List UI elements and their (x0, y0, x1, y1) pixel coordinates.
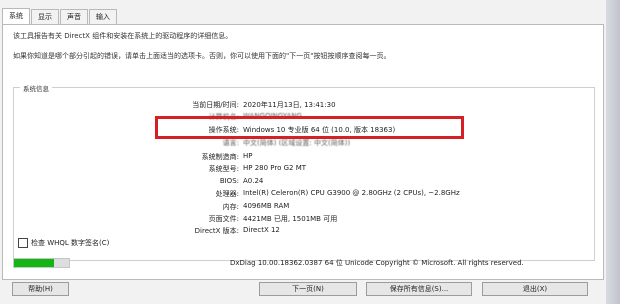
next-page-button[interactable]: 下一页(N) (259, 282, 357, 296)
info-row-datetime: 当前日期/时间: 2020年11月13日, 13:41:30 (14, 100, 574, 110)
intro-text-line1: 该工具报告有关 DirectX 组件和安装在系统上的驱动程序的详细信息。 (13, 32, 233, 40)
info-row-bios: BIOS: A0.24 (14, 177, 574, 187)
exit-button[interactable]: 退出(X) (482, 282, 588, 296)
info-key: 系统型号: (208, 165, 239, 173)
tab-sound[interactable]: 声音 (60, 9, 88, 24)
info-value: 中文(简体) (区域设置: 中文(简体)) (243, 139, 351, 147)
info-value: 4096MB RAM (243, 202, 290, 210)
info-value: 4421MB 已用, 1501MB 可用 (243, 215, 338, 223)
tab-display[interactable]: 显示 (31, 9, 59, 24)
whql-checkbox[interactable] (18, 238, 28, 248)
info-key: DirectX 版本: (194, 227, 239, 235)
info-key: BIOS: (219, 177, 239, 185)
tab-system[interactable]: 系统 (2, 8, 30, 25)
tab-input[interactable]: 输入 (89, 9, 117, 24)
info-key: 页面文件: (208, 215, 239, 223)
info-row-manufacturer: 系统制造商: HP (14, 152, 574, 162)
info-value: HP (243, 152, 253, 160)
info-row-pagefile: 页面文件: 4421MB 已用, 1501MB 可用 (14, 214, 574, 224)
info-value: DirectX 12 (243, 226, 280, 234)
info-key: 当前日期/时间: (192, 101, 239, 109)
whql-checkbox-row[interactable]: 检查 WHQL 数字签名(C) (18, 238, 109, 248)
window-edge (606, 0, 620, 304)
save-all-info-button[interactable]: 保存所有信息(S)... (366, 282, 472, 296)
progress-fill (14, 259, 54, 267)
progress-bar (13, 258, 70, 268)
info-row-processor: 处理器: Intel(R) Celeron(R) CPU G3900 @ 2.8… (14, 189, 574, 199)
info-row-model: 系统型号: HP 280 Pro G2 MT (14, 164, 574, 174)
info-value: A0.24 (243, 177, 264, 185)
info-row-memory: 内存: 4096MB RAM (14, 202, 574, 212)
tab-strip: 系统 显示 声音 输入 (2, 8, 118, 25)
info-key: 处理器: (215, 190, 239, 198)
info-key: 系统制造商: (201, 153, 239, 161)
info-value: Intel(R) Celeron(R) CPU G3900 @ 2.80GHz … (243, 189, 460, 197)
dxdiag-version-text: DxDiag 10.00.18362.0387 64 位 Unicode Cop… (230, 259, 524, 267)
whql-label: 检查 WHQL 数字签名(C) (31, 239, 110, 247)
intro-text-line2: 如果你知道是哪个部分引起的错误，请单击上面适当的选项卡。否则，你可以使用下面的"… (13, 52, 391, 60)
info-row-directx: DirectX 版本: DirectX 12 (14, 226, 574, 236)
info-key: 语言: (222, 139, 239, 147)
info-row-language: 语言: 中文(简体) (区域设置: 中文(简体)) (14, 138, 574, 148)
system-info-title: 系统信息 (20, 83, 52, 93)
os-highlight-box (155, 116, 464, 139)
system-info-group: 系统信息 当前日期/时间: 2020年11月13日, 13:41:30 计算机名… (13, 83, 595, 261)
info-value: 2020年11月13日, 13:41:30 (243, 101, 336, 109)
info-key: 内存: (222, 203, 239, 211)
info-value: HP 280 Pro G2 MT (243, 164, 307, 172)
dxdiag-window: 系统 显示 声音 输入 该工具报告有关 DirectX 组件和安装在系统上的驱动… (0, 0, 606, 304)
help-button[interactable]: 帮助(H) (12, 282, 69, 296)
